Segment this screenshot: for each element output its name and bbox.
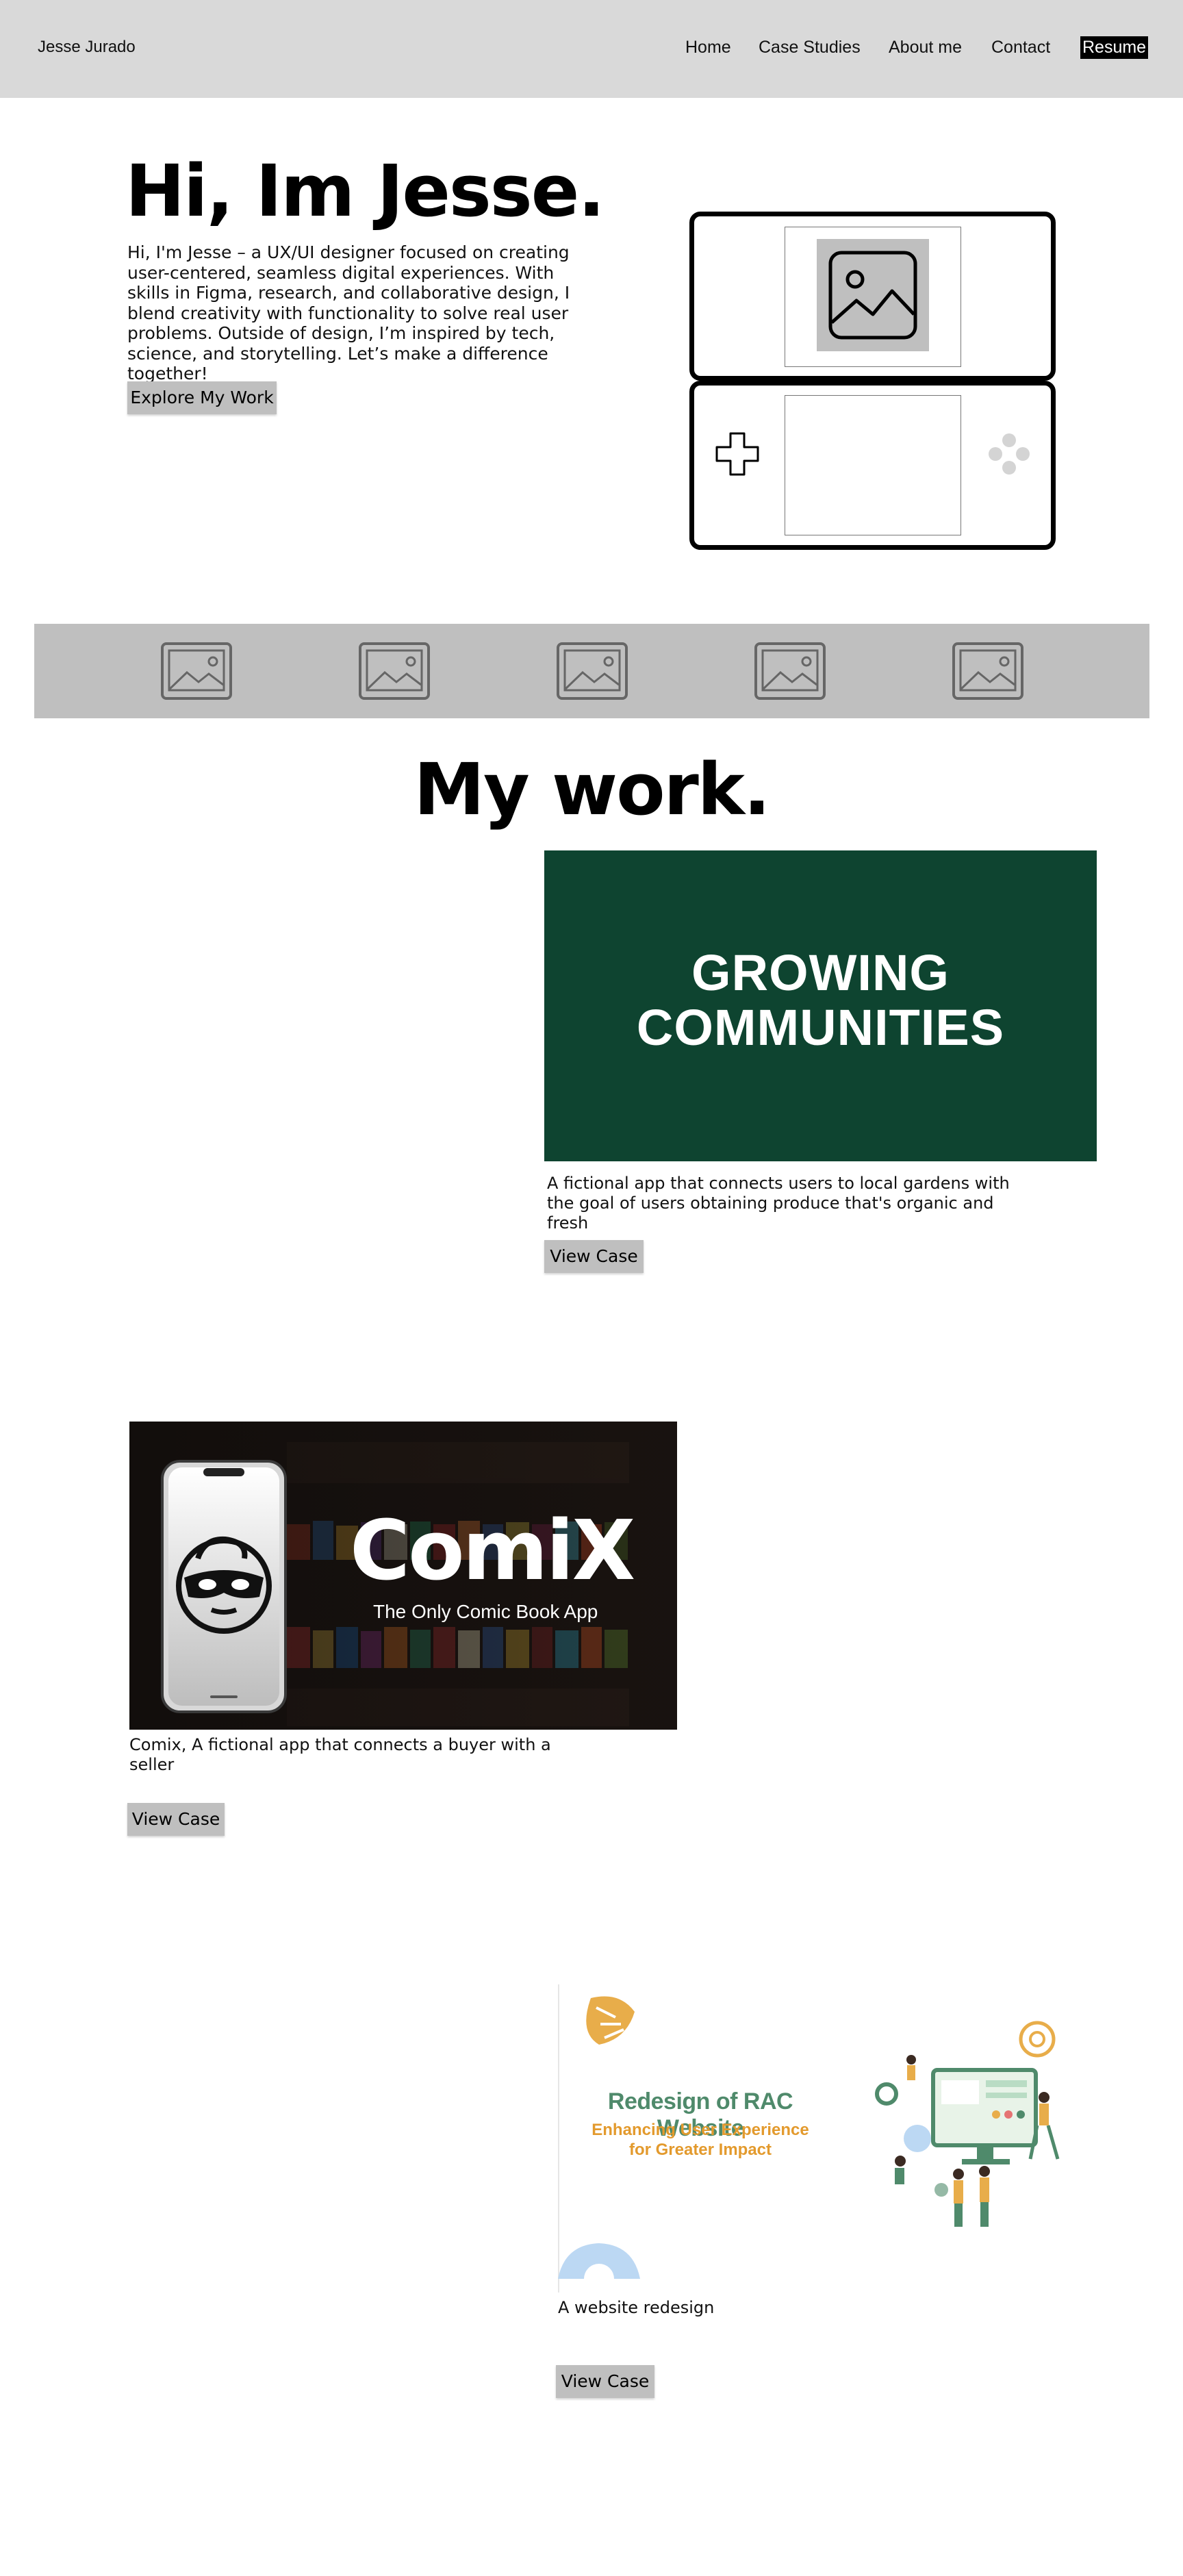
nav-home[interactable]: Home <box>685 38 731 58</box>
nav-case-studies[interactable]: Case Studies <box>759 38 861 58</box>
top-screen-frame <box>785 227 961 367</box>
brand-name[interactable]: Jesse Jurado <box>38 38 136 57</box>
image-placeholder-icon <box>359 642 430 700</box>
comix-tagline: The Only Comic Book App <box>373 1601 598 1622</box>
image-placeholder-icon <box>557 642 628 700</box>
view-case-button[interactable]: View Case <box>544 1240 644 1273</box>
face-buttons-icon <box>985 430 1033 478</box>
rac-subtitle: for Greater Impact <box>628 2141 772 2159</box>
console-top-screen <box>689 212 1056 381</box>
explore-work-button[interactable]: Explore My Work <box>127 381 277 414</box>
image-placeholder-icon <box>817 239 929 351</box>
project-description: A fictional app that connects users to l… <box>547 1174 1010 1233</box>
comix-image[interactable]: ComiX The Only Comic Book App <box>129 1422 677 1730</box>
image-placeholder-icon <box>952 642 1023 700</box>
work-section-title: My work. <box>414 748 771 831</box>
comix-logo-text: ComiX <box>350 1504 635 1599</box>
hero-intro: Hi, I'm Jesse – a UX/UI designer focused… <box>127 242 570 383</box>
rac-redesign-image[interactable]: Redesign of RAC Website Enhancing User E… <box>558 1984 1071 2293</box>
project-image-title: GROWING <box>691 944 950 1001</box>
bottom-screen-frame <box>785 395 961 535</box>
hero-title: Hi, Im Jesse. <box>125 149 605 233</box>
growing-communities-image[interactable]: GROWING COMMUNITIES <box>544 850 1097 1161</box>
console-bottom-screen <box>689 381 1056 550</box>
project-description: Comix, A fictional app that connects a b… <box>129 1735 551 1774</box>
view-case-button[interactable]: View Case <box>556 2365 654 2398</box>
image-placeholder-icon <box>161 642 232 700</box>
rac-subtitle: Enhancing User Experience <box>592 2121 809 2139</box>
view-case-button[interactable]: View Case <box>127 1803 225 1836</box>
project-image-title: COMMUNITIES <box>636 999 1005 1056</box>
image-placeholder-icon <box>754 642 826 700</box>
console-illustration <box>689 212 1056 550</box>
project-description: A website redesign <box>558 2298 715 2317</box>
nav-contact[interactable]: Contact <box>991 38 1050 58</box>
nav-about-me[interactable]: About me <box>889 38 962 58</box>
resume-button[interactable]: Resume <box>1080 36 1149 59</box>
dpad-icon <box>715 431 760 477</box>
